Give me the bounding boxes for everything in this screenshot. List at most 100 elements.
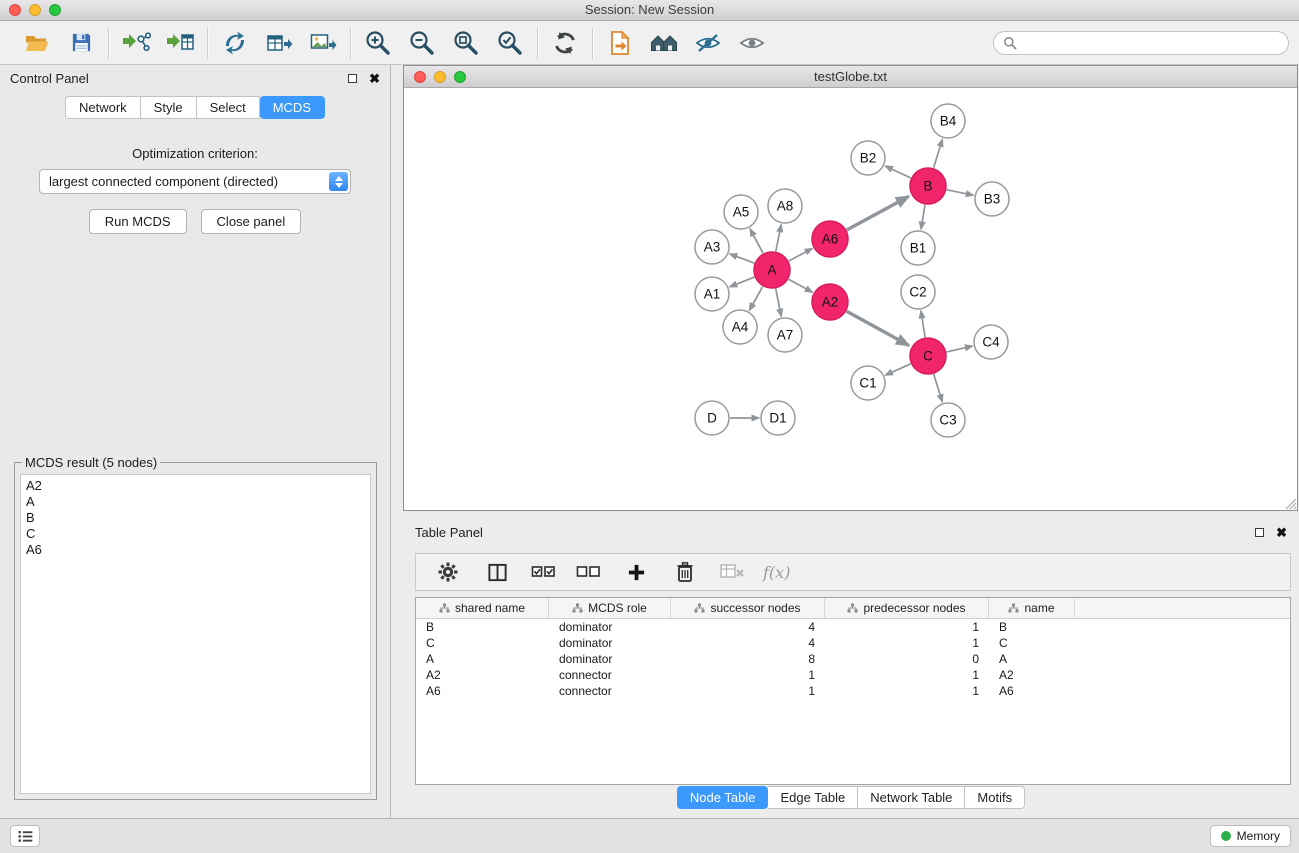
open-session-button[interactable] — [21, 27, 53, 59]
table-cell[interactable]: 8 — [671, 651, 825, 667]
mcds-result-item[interactable]: A2 — [26, 478, 365, 494]
mcds-result-item[interactable]: A — [26, 494, 365, 510]
table-row[interactable]: Bdominator41B — [416, 619, 1290, 635]
import-table-button[interactable] — [164, 27, 196, 59]
select-all-columns-button[interactable] — [530, 556, 558, 588]
mcds-result-item[interactable]: B — [26, 510, 365, 526]
table-cell[interactable]: 4 — [671, 635, 825, 651]
control-tab-network[interactable]: Network — [65, 96, 141, 119]
save-session-button[interactable] — [65, 27, 97, 59]
table-cell[interactable]: 1 — [825, 635, 989, 651]
import-network-button[interactable] — [120, 27, 152, 59]
table-settings-button[interactable] — [432, 556, 464, 588]
graph-edge-A-A2[interactable] — [789, 279, 813, 292]
open-network-file-button[interactable] — [604, 27, 636, 59]
table-cell[interactable]: A2 — [989, 667, 1075, 683]
column-header-shared-name[interactable]: shared name — [416, 598, 549, 618]
column-header-successor-nodes[interactable]: successor nodes — [671, 598, 825, 618]
delete-row-button[interactable] — [669, 556, 701, 588]
table-cell[interactable]: A — [989, 651, 1075, 667]
float-panel-icon[interactable] — [348, 74, 357, 83]
graph-edge-A-A1[interactable] — [730, 277, 755, 287]
table-row[interactable]: A2connector11A2 — [416, 667, 1290, 683]
zoom-selected-button[interactable] — [494, 27, 526, 59]
table-cell[interactable]: B — [416, 619, 549, 635]
graph-edge-C-C2[interactable] — [921, 311, 925, 337]
zoom-fit-button[interactable] — [450, 27, 482, 59]
graph-edge-A-A7[interactable] — [776, 289, 782, 317]
network-graph[interactable]: B4B2BB3A5A8A6B1A3AC2A1A2A4A7C4CC1C3DD1 — [404, 88, 1297, 510]
zoom-window-button[interactable] — [49, 4, 61, 16]
graph-edge-C-C1[interactable] — [885, 364, 910, 375]
memory-button[interactable]: Memory — [1210, 825, 1291, 847]
graph-edge-B-B1[interactable] — [921, 205, 925, 229]
optimization-criterion-select[interactable]: largest connected component (directed) — [39, 169, 351, 194]
graph-edge-A6-B[interactable] — [847, 197, 909, 231]
run-mcds-button[interactable]: Run MCDS — [89, 209, 187, 234]
table-cell[interactable]: 1 — [671, 683, 825, 699]
table-row[interactable]: A6connector11A6 — [416, 683, 1290, 699]
minimize-network-window-button[interactable] — [434, 71, 446, 83]
graph-edge-C-C3[interactable] — [934, 374, 943, 402]
table-cell[interactable]: 4 — [671, 619, 825, 635]
table-cell[interactable]: 1 — [825, 683, 989, 699]
mcds-result-list[interactable]: A2ABCA6 — [20, 474, 371, 794]
table-cell[interactable]: connector — [549, 667, 671, 683]
table-cell[interactable]: B — [989, 619, 1075, 635]
graph-edge-B-B2[interactable] — [885, 166, 911, 178]
table-cell[interactable]: 1 — [825, 619, 989, 635]
control-tab-style[interactable]: Style — [141, 96, 197, 119]
table-cell[interactable]: A6 — [989, 683, 1075, 699]
mcds-result-item[interactable]: A6 — [26, 542, 365, 558]
graph-edge-B-B4[interactable] — [934, 139, 943, 168]
graph-edge-A2-C[interactable] — [847, 311, 909, 345]
mcds-result-item[interactable]: C — [26, 526, 365, 542]
graph-edge-A-A8[interactable] — [776, 225, 781, 252]
graph-edge-A-A3[interactable] — [730, 254, 755, 263]
apply-layout-button[interactable] — [549, 27, 581, 59]
zoom-in-button[interactable] — [362, 27, 394, 59]
table-cell[interactable]: dominator — [549, 619, 671, 635]
network-canvas[interactable]: B4B2BB3A5A8A6B1A3AC2A1A2A4A7C4CC1C3DD1 — [404, 88, 1297, 510]
graph-edge-A-A4[interactable] — [749, 287, 762, 311]
graph-edge-A-A6[interactable] — [789, 248, 813, 261]
table-row[interactable]: Adominator80A — [416, 651, 1290, 667]
table-cell[interactable]: 0 — [825, 651, 989, 667]
table-tab-network-table[interactable]: Network Table — [858, 786, 965, 809]
function-builder-button[interactable]: f(x) — [763, 563, 790, 582]
close-table-panel-icon[interactable]: ✖ — [1276, 526, 1287, 539]
hide-details-button[interactable] — [692, 27, 724, 59]
unselect-all-columns-button[interactable] — [575, 556, 603, 588]
column-header-predecessor-nodes[interactable]: predecessor nodes — [825, 598, 989, 618]
table-cell[interactable]: C — [989, 635, 1075, 651]
table-cell[interactable]: dominator — [549, 651, 671, 667]
control-tab-select[interactable]: Select — [197, 96, 260, 119]
table-cell[interactable]: 1 — [825, 667, 989, 683]
search-input[interactable] — [1022, 36, 1279, 50]
search-box[interactable] — [993, 31, 1289, 55]
new-network-button[interactable] — [219, 27, 251, 59]
show-columns-button[interactable] — [481, 556, 513, 588]
delete-table-button[interactable] — [718, 556, 746, 588]
column-header-name[interactable]: name — [989, 598, 1075, 618]
home-view-button[interactable] — [648, 27, 680, 59]
graph-edge-A-A5[interactable] — [750, 229, 763, 253]
graph-edge-B-B3[interactable] — [947, 190, 974, 195]
table-row[interactable]: Cdominator41C — [416, 635, 1290, 651]
table-cell[interactable]: 1 — [671, 667, 825, 683]
table-tab-motifs[interactable]: Motifs — [965, 786, 1025, 809]
table-cell[interactable]: connector — [549, 683, 671, 699]
table-cell[interactable]: dominator — [549, 635, 671, 651]
close-network-window-button[interactable] — [414, 71, 426, 83]
zoom-network-window-button[interactable] — [454, 71, 466, 83]
close-panel-icon[interactable]: ✖ — [369, 72, 380, 85]
minimize-window-button[interactable] — [29, 4, 41, 16]
table-cell[interactable]: A2 — [416, 667, 549, 683]
close-window-button[interactable] — [9, 4, 21, 16]
export-image-button[interactable] — [307, 27, 339, 59]
table-cell[interactable]: A — [416, 651, 549, 667]
float-table-panel-icon[interactable] — [1255, 528, 1264, 537]
add-row-button[interactable] — [620, 556, 652, 588]
control-tab-mcds[interactable]: MCDS — [260, 96, 325, 119]
zoom-out-button[interactable] — [406, 27, 438, 59]
